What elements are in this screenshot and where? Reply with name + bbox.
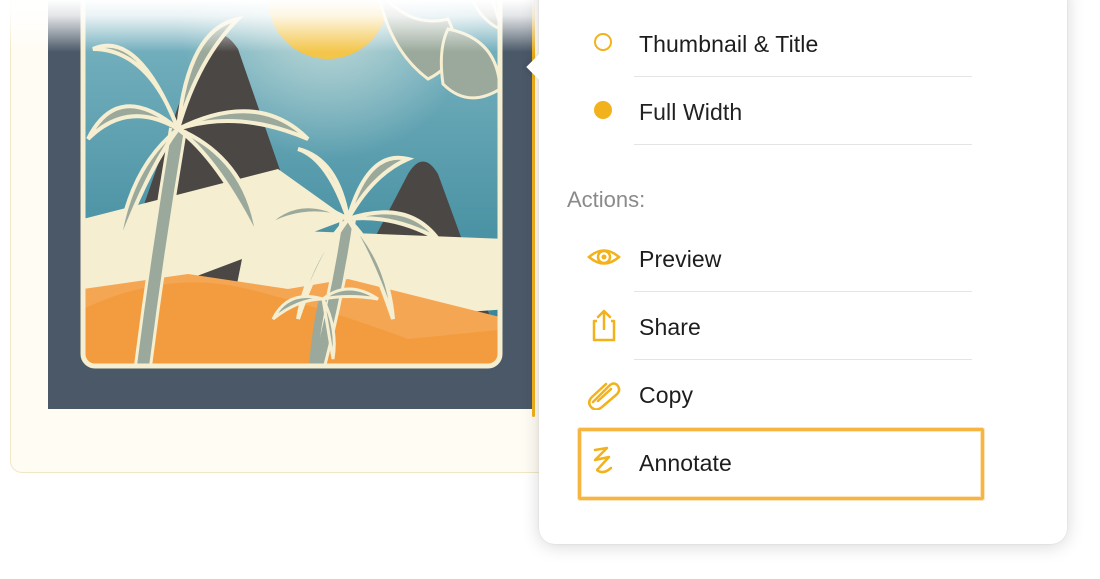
- action-label: Copy: [639, 382, 694, 408]
- action-copy[interactable]: Copy: [539, 360, 1067, 428]
- action-preview[interactable]: Preview: [539, 224, 1067, 292]
- option-full-width[interactable]: Full Width: [539, 77, 1067, 145]
- divider: [634, 144, 972, 145]
- actions-header: Actions:: [567, 187, 646, 212]
- share-icon: [592, 309, 616, 342]
- option-label: Full Width: [639, 99, 743, 125]
- paperclip-icon: [588, 382, 621, 410]
- attachment-card[interactable]: [10, 0, 567, 473]
- radio-selected-icon: [594, 101, 612, 119]
- radio-unselected-icon: [594, 33, 612, 51]
- eye-icon: [587, 249, 621, 265]
- action-share[interactable]: Share: [539, 292, 1067, 360]
- action-label: Preview: [639, 246, 722, 272]
- annotate-highlight-box: [578, 428, 984, 500]
- tropical-poster-image: [48, 0, 534, 409]
- option-thumbnail-title[interactable]: Thumbnail & Title: [539, 9, 1067, 77]
- option-label: Thumbnail & Title: [639, 31, 819, 57]
- action-label: Share: [639, 314, 701, 340]
- image-attachment[interactable]: [48, 0, 534, 409]
